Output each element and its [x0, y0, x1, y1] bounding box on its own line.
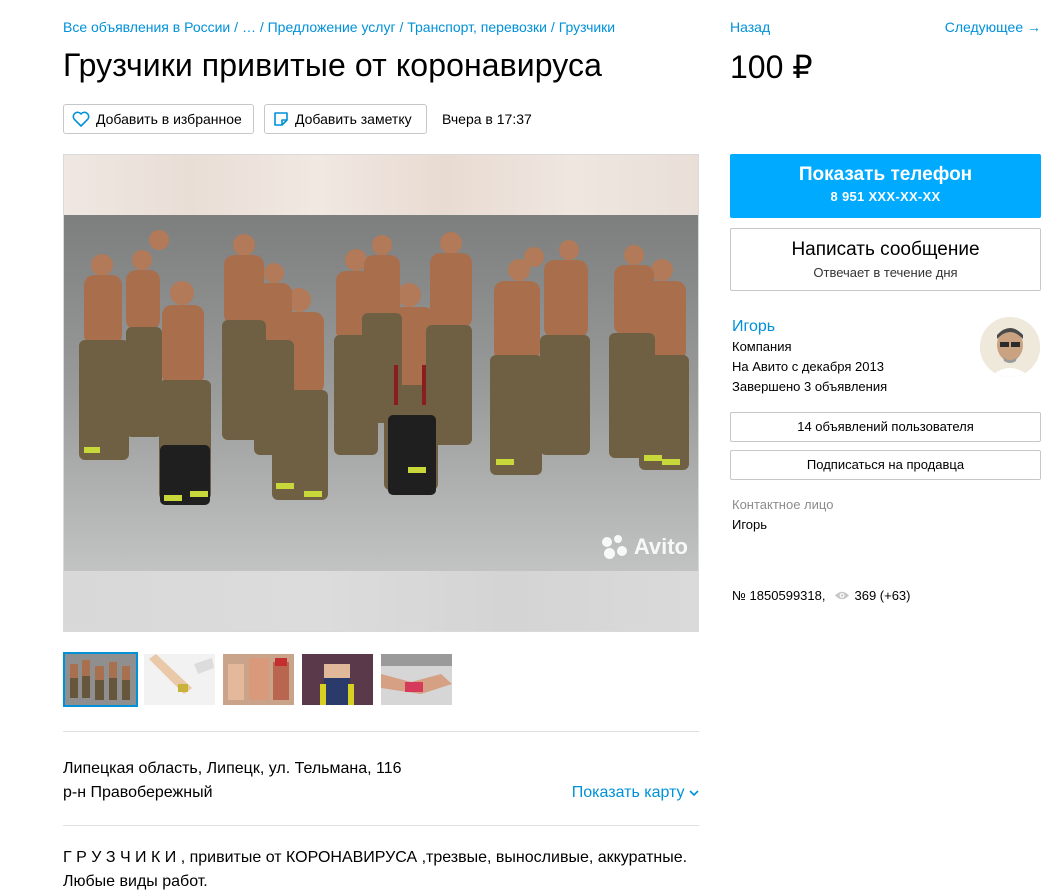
thumbnail-1[interactable] — [63, 652, 138, 707]
subscribe-seller-button[interactable]: Подписаться на продавца — [730, 450, 1041, 480]
seller-name-link[interactable]: Игорь — [732, 318, 775, 335]
eye-icon — [835, 591, 850, 600]
write-message-label: Написать сообщение — [791, 239, 980, 260]
avatar[interactable] — [980, 317, 1040, 377]
phone-number: 8 951 XXX-XX-XX — [830, 189, 941, 204]
thumbnail-image — [381, 654, 452, 705]
avito-logo-icon — [601, 535, 628, 559]
back-link[interactable]: Назад — [730, 19, 770, 35]
thumbnail-2[interactable] — [142, 652, 217, 707]
item-number: № 1850599318, — [732, 588, 826, 603]
avito-watermark: Avito — [601, 534, 688, 560]
contact-label: Контактное лицо — [732, 497, 834, 512]
seller-since: На Авито с декабря 2013 — [732, 359, 884, 374]
avatar-image — [980, 317, 1040, 377]
seller-completed: Завершено 3 объявления — [732, 379, 888, 394]
breadcrumb-link-services[interactable]: Предложение услуг — [268, 19, 396, 35]
posted-date: Вчера в 17:37 — [442, 111, 532, 127]
seller-listings-button[interactable]: 14 объявлений пользователя — [730, 412, 1041, 442]
thumbnail-3[interactable] — [221, 652, 296, 707]
listing-actions: Добавить в избранное Добавить заметку Вч… — [63, 104, 532, 134]
main-photo-image — [64, 215, 698, 572]
seller-info: Игорь Компания На Авито с декабря 2013 З… — [732, 317, 982, 397]
thumbnail-4[interactable] — [300, 652, 375, 707]
district: р-н Правобережный — [63, 784, 213, 801]
show-map-label: Показать карту — [571, 784, 685, 801]
gallery-blur-bottom — [64, 571, 698, 631]
breadcrumb-link-movers[interactable]: Грузчики — [559, 19, 615, 35]
thumbnail-image — [65, 654, 136, 705]
breadcrumb-link-ellipsis[interactable]: … — [242, 19, 256, 35]
price: 100 ₽ — [730, 49, 813, 85]
show-phone-label: Показать телефон — [798, 164, 973, 185]
reply-time: Отвечает в течение дня — [813, 265, 958, 280]
watermark-text: Avito — [633, 534, 688, 559]
thumbnail-image — [302, 654, 373, 705]
listing-description: Г Р У З Ч И К И , привитые от КОРОНАВИРУ… — [63, 849, 688, 890]
gallery-blur-top — [64, 155, 698, 215]
thumbnail-5[interactable] — [379, 652, 454, 707]
photo-gallery[interactable]: Avito — [63, 154, 699, 632]
note-icon — [274, 112, 288, 126]
show-map-link[interactable]: Показать карту — [572, 781, 699, 805]
thumbnail-image — [223, 654, 294, 705]
page-title: Грузчики привитые от коронавируса — [63, 47, 603, 83]
breadcrumb-link-transport[interactable]: Транспорт, перевозки — [407, 19, 547, 35]
breadcrumb-link-all[interactable]: Все объявления в России — [63, 19, 230, 35]
divider — [63, 731, 699, 732]
add-to-favorites-button[interactable]: Добавить в избранное — [63, 104, 254, 134]
item-meta: № 1850599318, 369 (+63) — [732, 588, 911, 603]
add-to-favorites-label: Добавить в избранное — [96, 111, 242, 127]
breadcrumb: Все объявления в России / … / Предложени… — [63, 19, 616, 35]
show-phone-button[interactable]: Показать телефон 8 951 XXX-XX-XX — [730, 154, 1041, 218]
view-count: 369 (+63) — [854, 588, 911, 603]
next-link[interactable]: Следующее → — [945, 19, 1041, 35]
chevron-down-icon — [689, 790, 699, 797]
thumbnail-image — [144, 654, 215, 705]
add-note-label: Добавить заметку — [295, 111, 412, 127]
heart-icon — [72, 111, 90, 127]
add-note-button[interactable]: Добавить заметку — [264, 104, 427, 134]
address: Липецкая область, Липецк, ул. Тельмана, … — [63, 760, 402, 777]
divider — [63, 825, 699, 826]
contact-name: Игорь — [732, 517, 768, 532]
thumbnail-strip — [63, 652, 458, 707]
write-message-button[interactable]: Написать сообщение Отвечает в течение дн… — [730, 228, 1041, 291]
main-photo[interactable]: Avito — [64, 215, 698, 572]
seller-type: Компания — [732, 339, 792, 354]
